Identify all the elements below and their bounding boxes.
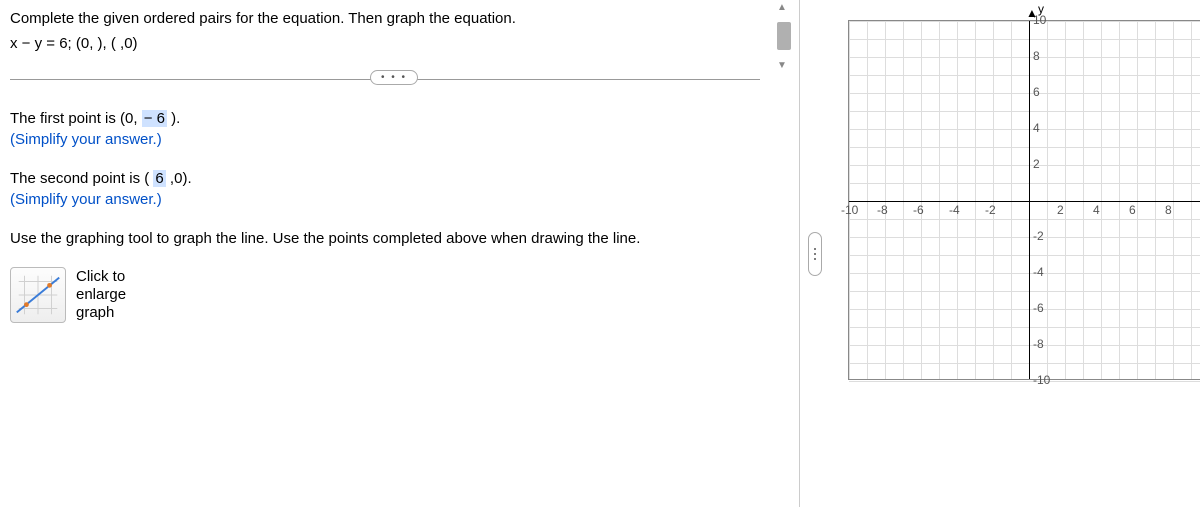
x-tick-label: 6 xyxy=(1129,203,1136,217)
section-divider: • • • xyxy=(10,72,760,86)
y-tick-label: -10 xyxy=(1033,373,1050,387)
gridline-h xyxy=(849,381,1200,382)
scroll-up-icon[interactable]: ▲ xyxy=(777,2,787,13)
y-axis-label: y xyxy=(1038,2,1044,16)
gridline-h xyxy=(849,219,1200,220)
second-point-answer[interactable]: 6 xyxy=(153,170,165,187)
gridline-h xyxy=(849,93,1200,94)
gridline-h xyxy=(849,111,1200,112)
y-axis-arrow-icon: ▲ xyxy=(1026,6,1038,20)
gridline-h xyxy=(849,75,1200,76)
x-tick-label: -4 xyxy=(949,203,960,217)
gridline-h xyxy=(849,39,1200,40)
graph-thumbnail-icon xyxy=(11,268,65,322)
first-point-hint: (Simplify your answer.) xyxy=(10,129,760,150)
enlarge-graph-label: Click to enlarge graph xyxy=(76,268,126,322)
coordinate-grid[interactable]: -10-8-6-4-2246810-10-8-6-4-2246810 xyxy=(848,20,1200,380)
y-tick-label: -4 xyxy=(1033,265,1044,279)
gridline-h xyxy=(849,345,1200,346)
x-tick-label: -10 xyxy=(841,203,858,217)
gridline-h xyxy=(849,309,1200,310)
x-tick-label: -8 xyxy=(877,203,888,217)
gridline-h xyxy=(849,147,1200,148)
second-point-prefix: The second point is ( xyxy=(10,170,153,187)
panel-collapse-button[interactable] xyxy=(808,232,822,276)
first-point-answer[interactable]: − 6 xyxy=(142,110,167,127)
graph-button-line2: enlarge xyxy=(76,286,126,304)
scroll-down-icon[interactable]: ▼ xyxy=(777,60,787,71)
enlarge-graph-button[interactable] xyxy=(10,267,66,323)
instruction-line-2: x − y = 6; (0, ), ( ,0) xyxy=(10,33,760,54)
gridline-h xyxy=(849,327,1200,328)
x-tick-label: 4 xyxy=(1093,203,1100,217)
gridline-h xyxy=(849,237,1200,238)
first-point-suffix: ). xyxy=(167,110,180,127)
y-tick-label: 6 xyxy=(1033,85,1040,99)
y-tick-label: 4 xyxy=(1033,121,1040,135)
graph-instruction: Use the graphing tool to graph the line.… xyxy=(10,228,760,249)
second-point-suffix: ,0). xyxy=(166,170,192,187)
first-point-text: The first point is (0, − 6 ). xyxy=(10,108,760,129)
graph-button-line3: graph xyxy=(76,304,126,322)
x-tick-label: -2 xyxy=(985,203,996,217)
first-point-prefix: The first point is (0, xyxy=(10,110,142,127)
scroll-thumb[interactable] xyxy=(777,22,791,50)
y-tick-label: -6 xyxy=(1033,301,1044,315)
second-point-text: The second point is ( 6 ,0). xyxy=(10,168,760,189)
gridline-h xyxy=(849,183,1200,184)
second-point-hint: (Simplify your answer.) xyxy=(10,189,760,210)
y-tick-label: 2 xyxy=(1033,157,1040,171)
gridline-h xyxy=(849,363,1200,364)
gridline-h xyxy=(849,291,1200,292)
gridline-h xyxy=(849,255,1200,256)
graph-button-line1: Click to xyxy=(76,268,126,286)
x-tick-label: 8 xyxy=(1165,203,1172,217)
x-tick-label: -6 xyxy=(913,203,924,217)
vertical-scrollbar[interactable]: ▲ ▼ xyxy=(770,0,800,507)
y-tick-label: 8 xyxy=(1033,49,1040,63)
instruction-line-1: Complete the given ordered pairs for the… xyxy=(10,8,760,29)
x-axis xyxy=(849,201,1200,202)
gridline-h xyxy=(849,21,1200,22)
gridline-h xyxy=(849,273,1200,274)
x-tick-label: 2 xyxy=(1057,203,1064,217)
y-axis xyxy=(1029,21,1030,379)
gridline-h xyxy=(849,129,1200,130)
gridline-h xyxy=(849,57,1200,58)
gridline-h xyxy=(849,165,1200,166)
y-tick-label: -8 xyxy=(1033,337,1044,351)
divider-ellipsis-button[interactable]: • • • xyxy=(370,70,418,85)
y-tick-label: -2 xyxy=(1033,229,1044,243)
